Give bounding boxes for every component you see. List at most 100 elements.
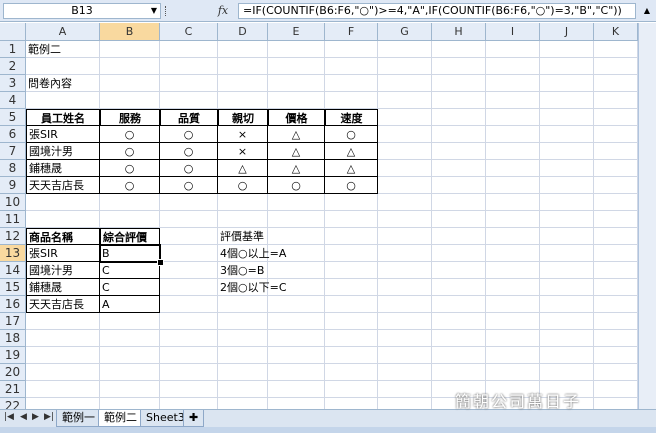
cell-a3: 問卷內容 xyxy=(28,77,72,90)
survey-mark-cell: ○ xyxy=(325,126,378,143)
result-grade-cell: C xyxy=(100,279,160,296)
gridline-row-1 xyxy=(26,57,638,58)
column-header-c[interactable]: C xyxy=(160,23,218,41)
active-cell-outline[interactable] xyxy=(99,244,161,263)
first-sheet-icon[interactable]: |◀ xyxy=(4,412,14,422)
survey-mark-cell: △ xyxy=(325,160,378,177)
tab-sheet-1[interactable]: 範例一 xyxy=(56,410,101,427)
row-header-10[interactable]: 10 xyxy=(0,194,26,211)
survey-mark-cell: ○ xyxy=(100,143,160,160)
prev-sheet-icon[interactable]: ◀ xyxy=(20,412,27,422)
row-header-8[interactable]: 8 xyxy=(0,160,26,177)
row-header-15[interactable]: 15 xyxy=(0,279,26,296)
survey-mark-cell: × xyxy=(218,126,268,143)
result-name-cell: 鋪穗晟 xyxy=(26,279,100,296)
name-box[interactable]: B13 ▼ xyxy=(3,3,161,19)
insert-function-icon[interactable]: fx xyxy=(212,3,234,19)
row-header-12[interactable]: 12 xyxy=(0,228,26,245)
grip-handle[interactable] xyxy=(165,6,168,16)
survey-mark-cell: ○ xyxy=(100,160,160,177)
column-header-b[interactable]: B xyxy=(100,23,160,41)
column-header-i[interactable]: I xyxy=(486,23,540,41)
survey-mark-cell: △ xyxy=(268,126,325,143)
criteria-item: 2個○以下=C xyxy=(220,281,287,294)
row-header-11[interactable]: 11 xyxy=(0,211,26,228)
column-header-d[interactable]: D xyxy=(218,23,268,41)
survey-mark-cell: △ xyxy=(218,160,268,177)
survey-mark-cell: △ xyxy=(268,143,325,160)
insert-sheet-icon[interactable]: ✚ xyxy=(183,410,205,427)
gridline-row-3 xyxy=(26,91,638,92)
survey-mark-cell: △ xyxy=(325,143,378,160)
survey-mark-cell: ○ xyxy=(218,177,268,194)
fill-handle[interactable] xyxy=(157,259,164,266)
result-header-0: 商品名稱 xyxy=(26,228,100,245)
survey-header-3: 親切 xyxy=(218,109,268,126)
column-header-e[interactable]: E xyxy=(268,23,325,41)
next-sheet-icon[interactable]: ▶ xyxy=(32,412,39,422)
row-header-6[interactable]: 6 xyxy=(0,126,26,143)
row-header-13[interactable]: 13 xyxy=(0,245,26,262)
last-sheet-icon[interactable]: ▶| xyxy=(44,412,54,422)
tab-sheet-2[interactable]: 範例二 xyxy=(98,410,143,427)
survey-mark-cell: ○ xyxy=(100,126,160,143)
row-header-1[interactable]: 1 xyxy=(0,41,26,58)
row-header-3[interactable]: 3 xyxy=(0,75,26,92)
watermark: 簡朝公司萬日子 xyxy=(455,392,582,411)
gridline-col-f xyxy=(377,41,378,415)
result-grade-cell: A xyxy=(100,296,160,313)
result-name-cell: 國境汁男 xyxy=(26,262,100,279)
survey-header-4: 價格 xyxy=(268,109,325,126)
formula-input[interactable]: =IF(COUNTIF(B6:F6,"○")>=4,"A",IF(COUNTIF… xyxy=(238,3,636,19)
gridline-row-2 xyxy=(26,74,638,75)
row-header-19[interactable]: 19 xyxy=(0,347,26,364)
survey-header-0: 員工姓名 xyxy=(26,109,100,126)
result-header-1: 綜合評價 xyxy=(100,228,160,245)
gridline-row-10 xyxy=(26,210,638,211)
survey-mark-cell: ○ xyxy=(160,126,218,143)
vertical-scrollbar[interactable] xyxy=(638,23,656,411)
row-header-17[interactable]: 17 xyxy=(0,313,26,330)
gridline-row-17 xyxy=(26,329,638,330)
result-name-cell: 天天吉店長 xyxy=(26,296,100,313)
result-grade-cell: C xyxy=(100,262,160,279)
survey-mark-cell: ○ xyxy=(325,177,378,194)
chevron-down-icon[interactable]: ▼ xyxy=(151,4,157,18)
survey-header-5: 速度 xyxy=(325,109,378,126)
row-header-20[interactable]: 20 xyxy=(0,364,26,381)
gridline-col-i xyxy=(539,41,540,415)
status-bar xyxy=(0,427,656,433)
column-header-j[interactable]: J xyxy=(540,23,594,41)
select-all-corner[interactable] xyxy=(0,23,26,41)
gridline-col-e xyxy=(324,41,325,415)
survey-name-cell: 天天吉店長 xyxy=(26,177,100,194)
column-header-k[interactable]: K xyxy=(594,23,638,41)
row-header-5[interactable]: 5 xyxy=(0,109,26,126)
gridline-col-h xyxy=(485,41,486,415)
row-header-4[interactable]: 4 xyxy=(0,92,26,109)
survey-mark-cell: △ xyxy=(268,160,325,177)
criteria-item: 3個○=B xyxy=(220,264,265,277)
gridline-col-j xyxy=(593,41,594,415)
survey-mark-cell: ○ xyxy=(160,143,218,160)
survey-name-cell: 鋪穗晟 xyxy=(26,160,100,177)
row-header-2[interactable]: 2 xyxy=(0,58,26,75)
survey-mark-cell: ○ xyxy=(160,177,218,194)
row-header-16[interactable]: 16 xyxy=(0,296,26,313)
survey-mark-cell: ○ xyxy=(160,160,218,177)
row-header-18[interactable]: 18 xyxy=(0,330,26,347)
gridline-row-19 xyxy=(26,363,638,364)
expand-formula-icon[interactable]: ▲ xyxy=(642,6,652,16)
column-header-h[interactable]: H xyxy=(432,23,486,41)
row-header-9[interactable]: 9 xyxy=(0,177,26,194)
criteria-title: 評價基準 xyxy=(220,230,264,243)
criteria-item: 4個○以上=A xyxy=(220,247,287,260)
column-header-f[interactable]: F xyxy=(325,23,378,41)
gridline-col-g xyxy=(431,41,432,415)
row-header-14[interactable]: 14 xyxy=(0,262,26,279)
column-header-a[interactable]: A xyxy=(26,23,100,41)
cell-a1: 範例二 xyxy=(28,43,61,56)
row-header-7[interactable]: 7 xyxy=(0,143,26,160)
column-header-g[interactable]: G xyxy=(378,23,432,41)
row-header-21[interactable]: 21 xyxy=(0,381,26,398)
